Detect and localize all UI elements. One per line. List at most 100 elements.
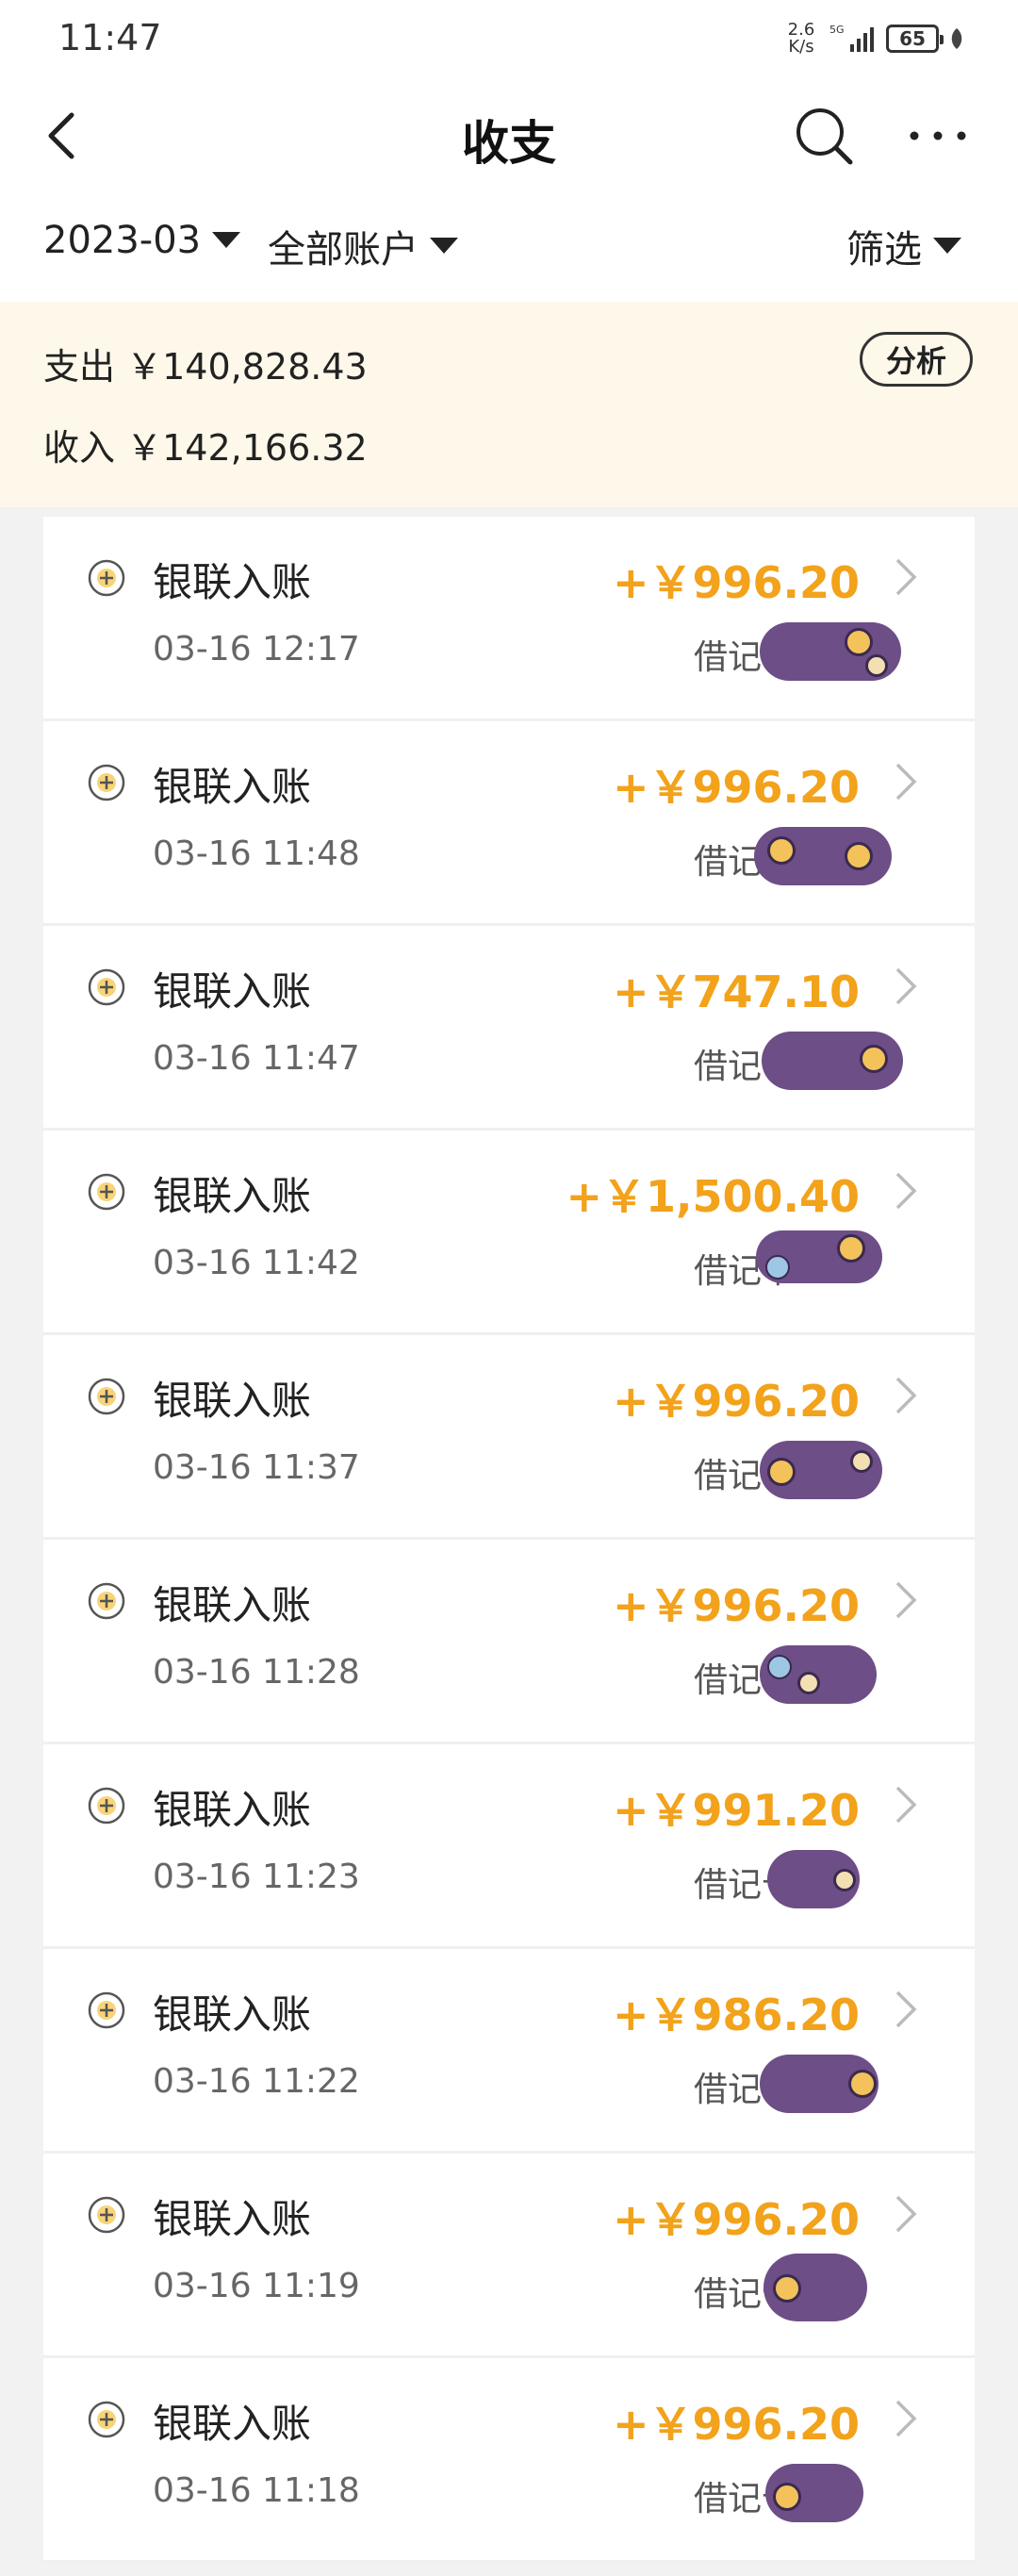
income-value: ￥142,166.32 (126, 427, 368, 469)
transaction-amount: +￥996.20 (612, 557, 860, 608)
plus-circle-icon (88, 2196, 125, 2234)
chevron-right-icon (895, 1786, 917, 1824)
transaction-time: 03-16 11:37 (153, 1448, 360, 1487)
leaf-icon (951, 28, 962, 49)
transaction-title: 银联入账 (153, 2196, 312, 2242)
transaction-amount: +￥996.20 (612, 1580, 860, 1631)
transaction-amount: +￥996.20 (612, 2399, 860, 2450)
chevron-right-icon (895, 763, 917, 801)
status-bar: 11:47 2.6 K/s 5G 65 (0, 0, 1018, 79)
transaction-time: 03-16 11:48 (153, 834, 360, 873)
transaction-row[interactable]: 银联入账 +￥747.10 03-16 11:47 借记卡 (43, 926, 975, 1131)
redaction-sticker (760, 1441, 882, 1499)
transaction-amount: +￥996.20 (612, 2194, 860, 2245)
redaction-sticker (760, 2055, 878, 2113)
transaction-title: 银联入账 (153, 1582, 312, 1628)
redaction-sticker (762, 1032, 903, 1090)
transaction-title: 银联入账 (153, 1378, 312, 1424)
more-icon[interactable] (905, 107, 971, 164)
transaction-time: 03-16 11:18 (153, 2471, 360, 2510)
income-label: 收入 (43, 427, 116, 469)
redaction-sticker (767, 1850, 860, 1908)
chevron-right-icon (895, 1172, 917, 1210)
transaction-time: 03-16 11:47 (153, 1039, 360, 1078)
chevron-right-icon (895, 558, 917, 596)
transaction-time: 03-16 11:22 (153, 2062, 360, 2101)
transaction-row[interactable]: 银联入账 +￥996.20 03-16 11:19 借记卡 (43, 2154, 975, 2358)
network-speed: 2.6 K/s (782, 22, 820, 56)
battery-level: 65 (899, 27, 926, 50)
chevron-right-icon (895, 2195, 917, 2233)
filter-bar: 2023-03 全部账户 筛选 (0, 192, 1018, 302)
transaction-row[interactable]: 银联入账 +￥996.20 03-16 11:28 借记卡 (43, 1540, 975, 1744)
status-time: 11:47 (58, 17, 162, 58)
transaction-amount: +￥747.10 (612, 966, 860, 1017)
signal-label: 5G (829, 24, 845, 36)
expense-label: 支出 (43, 346, 116, 388)
expense-value: ￥140,828.43 (126, 346, 368, 388)
transaction-time: 03-16 11:28 (153, 1653, 360, 1692)
chevron-right-icon (895, 1990, 917, 2028)
transaction-time: 03-16 12:17 (153, 630, 360, 669)
caret-down-icon (430, 238, 458, 254)
chevron-right-icon (895, 2400, 917, 2437)
month-filter-label: 2023-03 (43, 219, 202, 262)
transaction-list: 银联入账 +￥996.20 03-16 12:17 借记卡 银联入账 +￥996… (43, 517, 975, 2563)
transaction-row[interactable]: 银联入账 +￥996.20 03-16 11:18 借记卡 (43, 2358, 975, 2563)
status-icons: 2.6 K/s 5G 65 (782, 15, 965, 62)
transaction-title: 银联入账 (153, 764, 312, 810)
caret-down-icon (933, 238, 961, 254)
transaction-time: 03-16 11:19 (153, 2267, 360, 2305)
transaction-title: 银联入账 (153, 968, 312, 1015)
transaction-row[interactable]: 银联入账 +￥996.20 03-16 11:48 借记卡 (43, 721, 975, 926)
transaction-row[interactable]: 银联入账 +￥996.20 03-16 11:37 借记卡 (43, 1335, 975, 1540)
search-icon[interactable] (792, 104, 856, 168)
page-title: 收支 (462, 116, 556, 171)
transaction-amount: +￥996.20 (612, 1376, 860, 1427)
analyze-button[interactable]: 分析 (860, 332, 973, 387)
transaction-time: 03-16 11:42 (153, 1244, 360, 1282)
transaction-amount: +￥986.20 (612, 1990, 860, 2040)
plus-circle-icon (88, 559, 125, 597)
plus-circle-icon (88, 1173, 125, 1211)
transaction-amount: +￥996.20 (612, 762, 860, 813)
plus-circle-icon (88, 968, 125, 1006)
signal-icon: 5G (829, 24, 874, 52)
transaction-title: 银联入账 (153, 1173, 312, 1219)
income-summary: 收入 ￥142,166.32 (43, 419, 368, 471)
transaction-row[interactable]: 银联入账 +￥986.20 03-16 11:22 借记卡 (43, 1949, 975, 2154)
redaction-sticker (765, 2464, 863, 2522)
transaction-title: 银联入账 (153, 2401, 312, 2447)
chevron-right-icon (895, 1581, 917, 1619)
account-filter[interactable]: 全部账户 (268, 219, 458, 273)
nav-bar: 收支 (0, 79, 1018, 192)
screening-filter[interactable]: 筛选 (846, 219, 961, 273)
plus-circle-icon (88, 1582, 125, 1620)
month-filter[interactable]: 2023-03 (43, 219, 241, 262)
transaction-time: 03-16 11:23 (153, 1858, 360, 1896)
chevron-right-icon (895, 1377, 917, 1414)
caret-down-icon (212, 232, 241, 248)
transaction-title: 银联入账 (153, 1787, 312, 1833)
battery-icon: 65 (886, 25, 944, 53)
transaction-row[interactable]: 银联入账 +￥991.20 03-16 11:23 借记卡 (43, 1744, 975, 1949)
transaction-amount: +￥991.20 (612, 1785, 860, 1836)
plus-circle-icon (88, 1378, 125, 1415)
summary-panel: 支出 ￥140,828.43 收入 ￥142,166.32 分析 (0, 302, 1018, 507)
redaction-sticker (754, 827, 892, 885)
transaction-title: 银联入账 (153, 1991, 312, 2038)
plus-circle-icon (88, 2401, 125, 2438)
network-speed-unit: K/s (788, 37, 814, 57)
screening-filter-label: 筛选 (846, 228, 922, 272)
plus-circle-icon (88, 1991, 125, 2029)
redaction-sticker (760, 622, 901, 681)
transaction-amount: +￥1,500.40 (566, 1171, 860, 1222)
redaction-sticker (756, 1230, 882, 1283)
expense-summary: 支出 ￥140,828.43 (43, 338, 368, 389)
transaction-row[interactable]: 银联入账 +￥1,500.40 03-16 11:42 借记卡 (43, 1131, 975, 1335)
redaction-sticker (764, 2254, 867, 2321)
transaction-title: 银联入账 (153, 559, 312, 605)
transaction-row[interactable]: 银联入账 +￥996.20 03-16 12:17 借记卡 (43, 517, 975, 721)
plus-circle-icon (88, 1787, 125, 1825)
chevron-right-icon (895, 967, 917, 1005)
